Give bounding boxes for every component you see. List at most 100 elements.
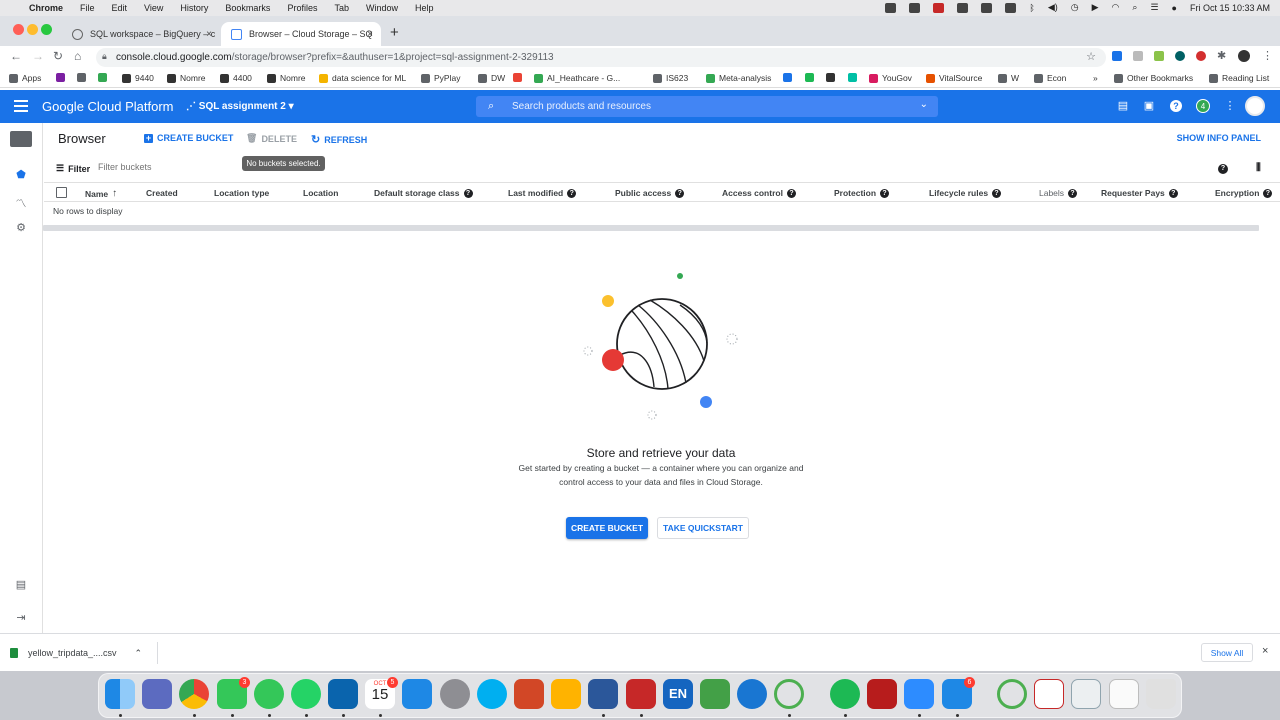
- play-icon[interactable]: ▶: [1092, 2, 1099, 13]
- help-icon[interactable]: ?: [463, 188, 473, 198]
- menu-window[interactable]: Window: [366, 3, 398, 13]
- volume-icon[interactable]: ◀): [1048, 2, 1058, 13]
- col-labels[interactable]: Labels?: [1039, 188, 1078, 198]
- trash-icon[interactable]: [1146, 679, 1176, 709]
- create-bucket-button[interactable]: CREATE BUCKET: [566, 517, 648, 539]
- display-status-icon[interactable]: [1005, 2, 1017, 13]
- other-bookmarks[interactable]: Other Bookmarks: [1114, 73, 1193, 83]
- show-info-panel-button[interactable]: SHOW INFO PANEL: [1177, 133, 1261, 143]
- bookmark-item[interactable]: W: [998, 73, 1019, 83]
- filter-buckets-input[interactable]: [98, 162, 298, 172]
- menu-profiles[interactable]: Profiles: [287, 3, 317, 13]
- endnote-icon[interactable]: EN: [663, 679, 693, 709]
- help-icon[interactable]: ?: [1068, 188, 1078, 198]
- col-name[interactable]: Name ↑: [85, 188, 117, 199]
- col-public-access[interactable]: Public access?: [615, 188, 685, 198]
- bookmarks-overflow[interactable]: »: [1093, 73, 1098, 83]
- chevron-up-icon[interactable]: ⌃: [135, 648, 143, 659]
- col-created[interactable]: Created: [146, 188, 178, 198]
- bookmark-item[interactable]: [513, 73, 526, 82]
- outlook-icon[interactable]: [328, 679, 358, 709]
- window-close-icon[interactable]: [13, 24, 24, 35]
- column-display-options-icon[interactable]: ⦀: [1256, 162, 1261, 175]
- menu-view[interactable]: View: [144, 3, 163, 13]
- app-store-icon[interactable]: [402, 679, 432, 709]
- help-icon[interactable]: ?: [992, 188, 1002, 198]
- close-downloads-icon[interactable]: ×: [1262, 645, 1268, 657]
- siri-icon[interactable]: ●: [1172, 3, 1177, 13]
- col-protection[interactable]: Protection?: [834, 188, 890, 198]
- bookmark-item[interactable]: Nomre: [267, 73, 306, 83]
- help-icon[interactable]: ?: [675, 188, 685, 198]
- vpn-icon[interactable]: [737, 679, 767, 709]
- help-icon[interactable]: ?: [880, 188, 890, 198]
- bookmark-item[interactable]: Econ: [1034, 73, 1066, 83]
- menu-history[interactable]: History: [180, 3, 208, 13]
- col-last-modified[interactable]: Last modified?: [508, 188, 577, 198]
- window-minimize-icon[interactable]: [27, 24, 38, 35]
- new-tab-button[interactable]: +: [390, 24, 399, 41]
- chrome-icon[interactable]: [179, 679, 209, 709]
- screenshot-status-icon[interactable]: [957, 2, 969, 13]
- select-all-checkbox[interactable]: [56, 187, 67, 198]
- control-center-icon[interactable]: ☰: [1150, 2, 1158, 13]
- word-icon[interactable]: [588, 679, 618, 709]
- col-lifecycle-rules[interactable]: Lifecycle rules?: [929, 188, 1002, 198]
- parallels-icon[interactable]: [626, 679, 656, 709]
- help-icon[interactable]: ?: [567, 188, 577, 198]
- bookmark-item[interactable]: 9440: [122, 73, 154, 83]
- show-all-downloads-button[interactable]: Show All: [1201, 643, 1253, 662]
- finder-icon[interactable]: [105, 679, 135, 709]
- tab-close-icon[interactable]: ×: [206, 29, 212, 40]
- spotlight-icon[interactable]: ⌕: [1132, 2, 1137, 13]
- extension-icon[interactable]: [1175, 51, 1185, 61]
- whatsapp-icon[interactable]: [291, 679, 321, 709]
- spotify-icon[interactable]: [830, 679, 860, 709]
- storage-product-icon[interactable]: [10, 131, 32, 147]
- account-avatar[interactable]: [1245, 96, 1265, 116]
- document-icon[interactable]: [1034, 679, 1064, 709]
- bookmark-item[interactable]: [848, 73, 861, 82]
- hamburger-menu-icon[interactable]: [14, 100, 28, 112]
- keynote-icon[interactable]: [551, 679, 581, 709]
- bookmark-item[interactable]: Apps: [9, 73, 41, 83]
- bookmark-item[interactable]: IS623: [653, 73, 688, 83]
- col-access-control[interactable]: Access control?: [722, 188, 796, 198]
- activity-icon[interactable]: [774, 679, 804, 709]
- bluetooth-icon[interactable]: ᛒ: [1029, 3, 1034, 13]
- more-vert-icon[interactable]: ⋮: [1224, 100, 1236, 112]
- bookmark-star-icon[interactable]: ☆: [1086, 50, 1096, 63]
- delete-button[interactable]: 🗑︎ DELETE: [246, 133, 297, 144]
- bookmark-item[interactable]: data science for ML: [319, 73, 406, 83]
- menu-help[interactable]: Help: [415, 3, 434, 13]
- sync-icon[interactable]: [997, 679, 1027, 709]
- bookmark-item[interactable]: AI_Heathcare - G...: [534, 73, 620, 83]
- refresh-button[interactable]: ↻ REFRESH: [311, 133, 367, 146]
- filter-toggle[interactable]: ☰ Filter: [56, 163, 90, 174]
- notifications-badge[interactable]: 4: [1196, 99, 1210, 113]
- feedback-icon[interactable]: ▤: [1117, 100, 1129, 112]
- bucket-browser-icon[interactable]: ⬟: [14, 168, 28, 182]
- zoom-icon[interactable]: [904, 679, 934, 709]
- menu-edit[interactable]: Edit: [112, 3, 128, 13]
- chevron-down-icon[interactable]: ⌄: [920, 99, 928, 110]
- col-default-storage-class[interactable]: Default storage class?: [374, 188, 473, 198]
- bookmark-item[interactable]: [826, 73, 839, 82]
- tab-close-icon[interactable]: ×: [367, 29, 373, 40]
- gcp-brand[interactable]: Google Cloud Platform: [42, 99, 174, 114]
- tab-cloud-storage[interactable]: Browser – Cloud Storage – SQ ×: [221, 22, 381, 46]
- profile-avatar[interactable]: [1238, 50, 1250, 62]
- menu-file[interactable]: File: [80, 3, 95, 13]
- extension-icon[interactable]: [1196, 51, 1206, 61]
- pdf-status-icon[interactable]: [933, 2, 945, 13]
- filter-help-icon[interactable]: ?: [1218, 164, 1228, 174]
- camera-status-icon[interactable]: [909, 2, 921, 13]
- project-selector[interactable]: ⋰ SQL assignment 2 ▾: [186, 101, 294, 112]
- monitoring-icon[interactable]: 〽: [14, 195, 28, 210]
- extension-icon[interactable]: [1133, 51, 1143, 61]
- skype-icon[interactable]: [477, 679, 507, 709]
- extension-icon[interactable]: [1112, 51, 1122, 61]
- tab-bigquery[interactable]: SQL workspace – BigQuery – c ×: [62, 22, 220, 46]
- puzzle-icon[interactable]: ✱: [1217, 49, 1226, 62]
- forward-icon[interactable]: →: [32, 49, 44, 63]
